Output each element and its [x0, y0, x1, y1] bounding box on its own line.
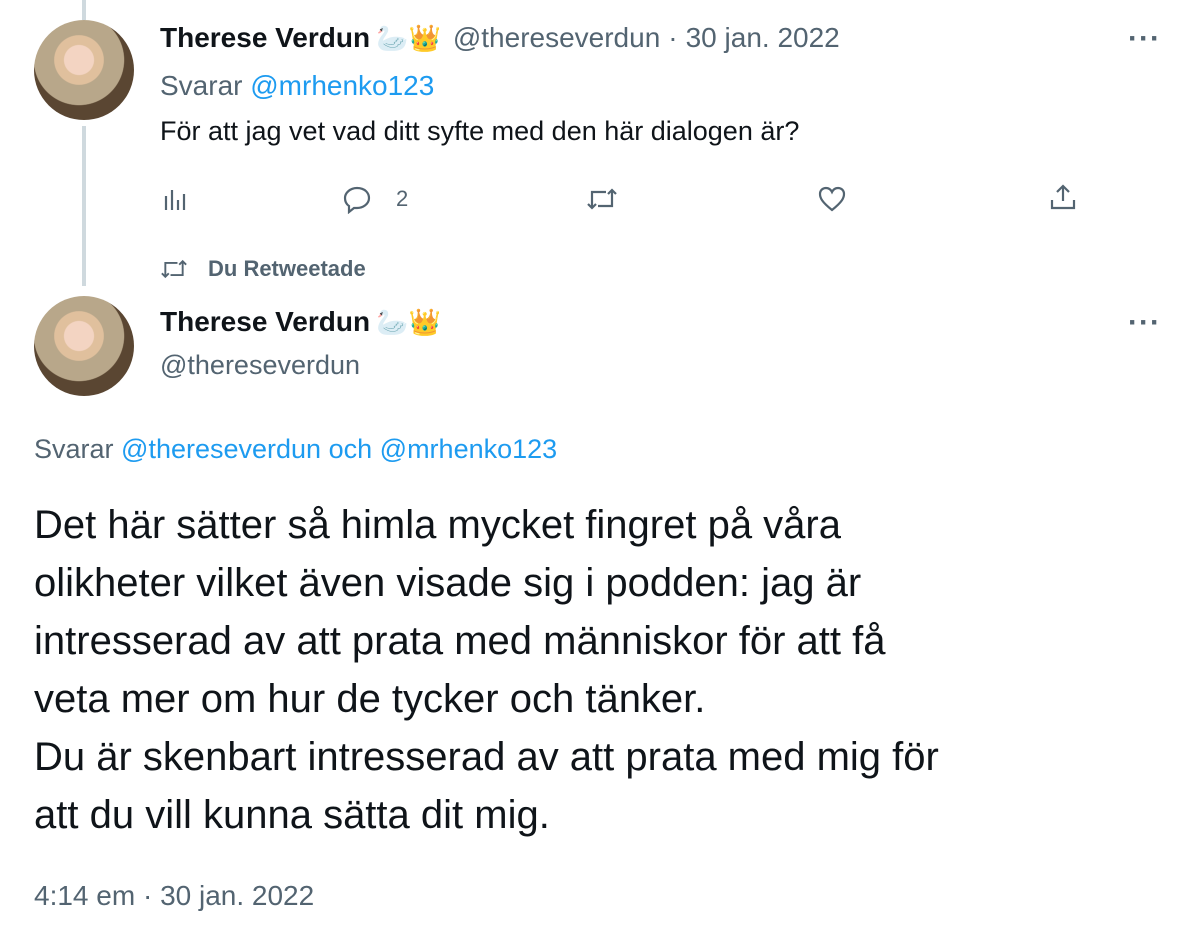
tweet-text-line: intresserad av att prata med människor f… [34, 619, 886, 663]
retweet-notice: Du Retweetade [160, 256, 366, 282]
tweet-text-line: Du är skenbart intresserad av att prata … [34, 735, 939, 779]
tweet-text-line: veta mer om hur de tycker och tänker. [34, 677, 706, 721]
reply-count: 2 [396, 186, 409, 211]
tweet-text: Det här sätter så himla mycket fingret p… [34, 496, 939, 844]
tweet-text-line: Det här sätter så himla mycket fingret p… [34, 503, 841, 547]
more-options-button[interactable]: ··· [1128, 22, 1161, 56]
avatar[interactable] [34, 296, 134, 396]
replying-and: och [328, 434, 373, 464]
tweet-text: För att jag vet vad ditt syfte med den h… [160, 116, 800, 146]
more-options-button[interactable]: ··· [1128, 306, 1161, 340]
retweet-icon [161, 259, 187, 279]
share-button[interactable] [1048, 182, 1078, 212]
avatar[interactable] [34, 20, 134, 120]
author-badges: 🦢👑 [376, 22, 441, 53]
author-badges: 🦢👑 [376, 306, 441, 337]
reply-tweet-header: Therese Verdun 🦢👑 @thereseverdun · 30 ja… [160, 22, 840, 54]
replying-prefix: Svarar [34, 434, 114, 464]
tweet-text-line: att du vill kunna sätta dit mig. [34, 793, 550, 837]
thread-connector [82, 126, 86, 286]
reply-icon [343, 186, 371, 214]
replying-to-line: Svarar @mrhenko123 [160, 70, 434, 102]
tweet-text-line: olikheter vilket även visade sig i podde… [34, 561, 862, 605]
like-button[interactable] [817, 184, 847, 214]
replying-to-link[interactable]: @mrhenko123 [250, 70, 434, 101]
separator: · [142, 880, 153, 911]
replying-to-link[interactable]: @mrhenko123 [380, 434, 558, 464]
tweet-timestamp[interactable]: 4:14 em · 30 jan. 2022 [34, 880, 314, 912]
retweet-notice-label[interactable]: Du Retweetade [208, 256, 366, 282]
replying-to-line: Svarar @thereseverdun och @mrhenko123 [34, 434, 557, 465]
analytics-icon [164, 190, 186, 210]
separator: · [668, 22, 678, 53]
replying-prefix: Svarar [160, 70, 243, 101]
share-icon [1050, 184, 1076, 210]
analytics-button[interactable] [160, 184, 190, 214]
retweet-button[interactable] [585, 184, 619, 214]
author-handle[interactable]: @thereseverdun [453, 22, 660, 54]
tweet-time: 4:14 em [34, 880, 136, 911]
tweet-date[interactable]: 30 jan. 2022 [686, 22, 840, 54]
tweet-date: 30 jan. 2022 [160, 880, 315, 911]
author-name[interactable]: Therese Verdun [160, 306, 370, 338]
replying-to-link[interactable]: @thereseverdun [121, 434, 321, 464]
retweet-icon [587, 188, 617, 210]
thread-connector-top [82, 0, 86, 20]
author-name[interactable]: Therese Verdun [160, 22, 370, 54]
author-handle[interactable]: @thereseverdun [160, 350, 360, 381]
like-icon [818, 186, 846, 212]
main-tweet-header: Therese Verdun 🦢👑 [160, 306, 441, 338]
reply-button[interactable]: 2 [342, 184, 408, 214]
